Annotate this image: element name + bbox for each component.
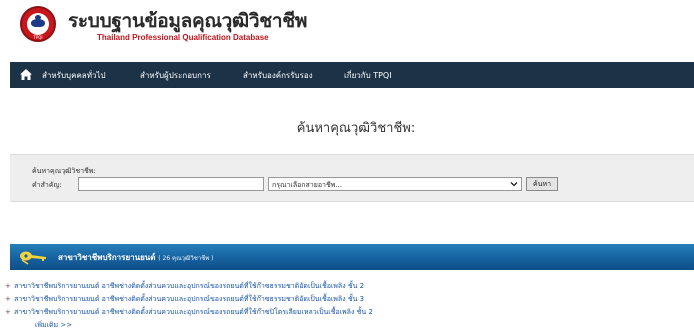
logo-text: TPQI bbox=[33, 35, 43, 40]
category-title: สาขาวิชาชีพบริการยานยนต์ ( 26 คุณวุฒิวิช… bbox=[58, 251, 214, 264]
logo-emblem bbox=[27, 13, 49, 35]
nav-item-entrepreneurs[interactable]: สำหรับผู้ประกอบการ bbox=[140, 69, 211, 82]
main-nav: สำหรับบุคคลทั่วไป สำหรับผู้ประกอบการ สำห… bbox=[10, 62, 694, 88]
search-button[interactable]: ค้นหา bbox=[526, 177, 558, 191]
search-legend: ค้นหาคุณวุฒิวิชาชีพ: bbox=[32, 167, 96, 175]
chevron-down-icon bbox=[510, 182, 518, 187]
plus-icon: + bbox=[5, 282, 11, 290]
nav-item-certification-bodies[interactable]: สำหรับองค์กรรับรอง bbox=[243, 69, 313, 82]
plus-icon: + bbox=[5, 295, 11, 303]
occupation-link[interactable]: สาขาวิชาชีพบริการยานยนต์ อาชีพช่างติดตั้… bbox=[14, 282, 364, 290]
more-link[interactable]: เพิ่มเติม >> bbox=[35, 320, 72, 331]
sector-select-value: กรุณาเลือกสายอาชีพ... bbox=[272, 181, 343, 189]
occupation-link[interactable]: สาขาวิชาชีพบริการยานยนต์ อาชีพช่างติดตั้… bbox=[14, 308, 373, 316]
site-header: TPQI ระบบฐานข้อมูลคุณวุฒิวิชาชีพ Thailan… bbox=[0, 0, 694, 58]
search-panel: ค้นหาคุณวุฒิวิชาชีพ: คำสำคัญ: กรุณาเลือก… bbox=[10, 154, 694, 202]
site-subtitle: Thailand Professional Qualification Data… bbox=[97, 33, 269, 42]
sector-select[interactable]: กรุณาเลือกสายอาชีพ... bbox=[268, 177, 522, 191]
occupation-link[interactable]: สาขาวิชาชีพบริการยานยนต์ อาชีพช่างติดตั้… bbox=[14, 295, 364, 303]
keyword-input[interactable] bbox=[78, 177, 264, 191]
occupation-list: + สาขาวิชาชีพบริการยานยนต์ อาชีพช่างติดต… bbox=[5, 280, 685, 319]
nav-item-general-public[interactable]: สำหรับบุคคลทั่วไป bbox=[42, 69, 106, 82]
site-title[interactable]: ระบบฐานข้อมูลคุณวุฒิวิชาชีพ bbox=[68, 6, 307, 36]
plus-icon: + bbox=[5, 308, 11, 316]
category-banner[interactable]: สาขาวิชาชีพบริการยานยนต์ ( 26 คุณวุฒิวิช… bbox=[10, 244, 694, 270]
home-icon[interactable] bbox=[19, 68, 33, 81]
category-name: สาขาวิชาชีพบริการยานยนต์ bbox=[58, 253, 156, 262]
category-count: ( 26 คุณวุฒิวิชาชีพ ) bbox=[158, 255, 214, 262]
list-item: + สาขาวิชาชีพบริการยานยนต์ อาชีพช่างติดต… bbox=[5, 280, 685, 293]
tpqi-logo[interactable]: TPQI bbox=[20, 6, 56, 42]
car-key-icon bbox=[20, 251, 46, 265]
nav-item-about-tpqi[interactable]: เกี่ยวกับ TPQI bbox=[344, 69, 392, 82]
list-item: + สาขาวิชาชีพบริการยานยนต์ อาชีพช่างติดต… bbox=[5, 306, 685, 319]
keyword-label: คำสำคัญ: bbox=[32, 181, 62, 189]
page-title: ค้นหาคุณวุฒิวิชาชีพ: bbox=[296, 121, 416, 136]
list-item: + สาขาวิชาชีพบริการยานยนต์ อาชีพช่างติดต… bbox=[5, 293, 685, 306]
